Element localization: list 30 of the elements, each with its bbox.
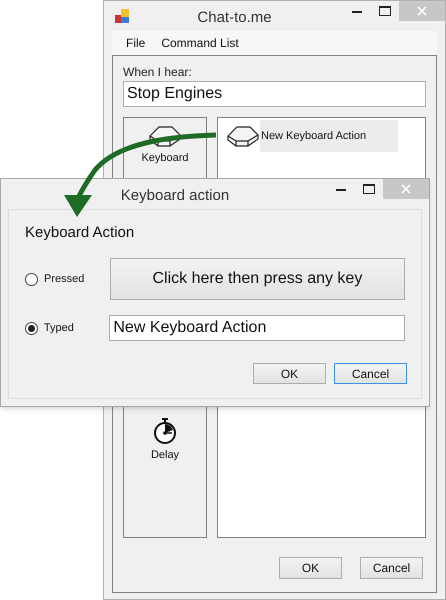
radio-button[interactable] (25, 272, 38, 286)
radio-label[interactable]: Typed (44, 320, 110, 336)
close-icon (417, 6, 427, 16)
maximize-icon (363, 184, 375, 194)
close-icon (401, 184, 411, 194)
field-label: When I hear: (123, 64, 193, 80)
button[interactable]: Cancel (334, 363, 407, 384)
window-title: Keyboard action (120, 186, 230, 206)
palette-item[interactable]: Delay (150, 446, 180, 463)
capture-key-button[interactable]: Click here then press any key (110, 258, 405, 300)
list-item[interactable]: New Keyboard Action (260, 120, 398, 152)
key-icon (226, 124, 260, 148)
button[interactable]: Cancel (360, 557, 423, 579)
maximize-icon (379, 6, 391, 16)
button[interactable]: OK (279, 557, 342, 579)
text-field[interactable]: New Keyboard Action (109, 315, 405, 341)
menu-item[interactable]: Command List (161, 34, 239, 52)
key-icon (148, 124, 182, 148)
minimize-icon (336, 188, 346, 190)
button[interactable]: OK (253, 363, 326, 384)
radio-label[interactable]: Pressed (44, 270, 110, 288)
dialog-heading: Keyboard Action (25, 223, 136, 243)
stopwatch-icon (152, 416, 178, 444)
minimize-icon (352, 10, 362, 12)
phrase-field[interactable]: Stop Engines (123, 81, 426, 107)
window-title: Chat-to.me (197, 8, 272, 28)
menu-item[interactable]: File (126, 34, 146, 52)
palette-item[interactable]: Keyboard (141, 150, 189, 166)
radio-button[interactable] (25, 322, 38, 334)
app-icon (114, 8, 130, 24)
